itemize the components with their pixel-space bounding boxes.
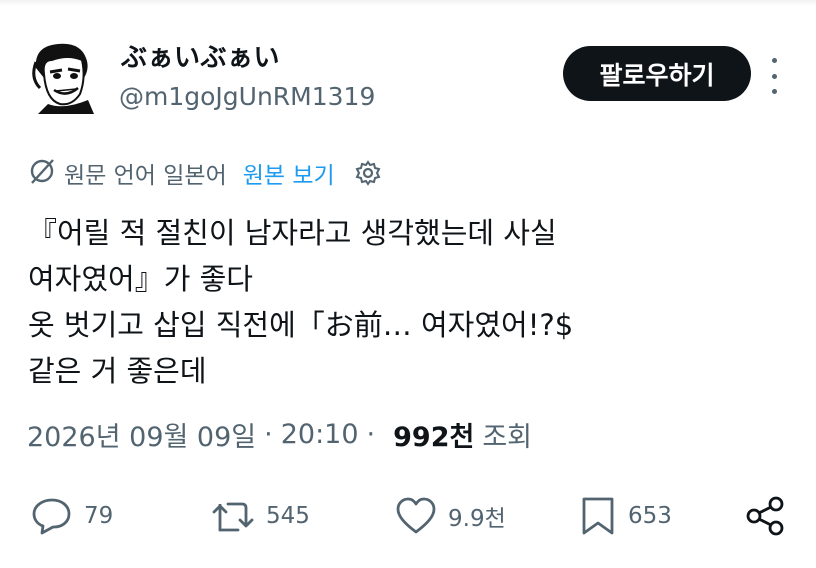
tweet-line: 여자였어』가 좋다 [28, 262, 253, 296]
bookmark-count: 653 [628, 503, 672, 529]
tweet-time[interactable]: 20:10 [281, 419, 359, 450]
user-handle[interactable]: @m1goJgUnRM1319 [119, 82, 375, 111]
share-icon [746, 496, 784, 536]
meta-separator: · [264, 419, 273, 450]
share-button[interactable] [744, 494, 788, 538]
avatar-image [32, 43, 94, 114]
tweet-line: 같은 거 좋은데 [28, 354, 207, 388]
retweet-button[interactable]: 545 [210, 494, 310, 538]
avatar[interactable] [28, 38, 100, 114]
retweet-count: 545 [266, 503, 310, 529]
gear-icon[interactable] [355, 160, 381, 186]
meta-separator: · [366, 419, 376, 450]
bookmark-button[interactable]: 653 [578, 494, 672, 538]
heart-icon [396, 497, 436, 534]
like-button[interactable]: 9.9천 [394, 494, 506, 538]
view-count: 992천 [393, 422, 475, 453]
retweet-icon [212, 502, 254, 532]
tweet-line: 『어릴 적 절친이 남자라고 생각했는데 사실 [28, 216, 557, 250]
top-edge [0, 0, 816, 6]
tweet-text: 『어릴 적 절친이 남자라고 생각했는데 사실 여자였어』가 좋다 옷 벗기고 … [28, 210, 573, 394]
reply-icon [32, 498, 71, 535]
tweet-date[interactable]: 2026년 09월 09일 [27, 415, 256, 454]
like-count: 9.9천 [448, 506, 506, 532]
more-vertical-icon [771, 58, 777, 63]
more-options-button[interactable] [764, 58, 784, 94]
follow-button[interactable]: 팔로우하기 [563, 46, 751, 101]
reply-count: 79 [84, 503, 114, 529]
translation-bar: 원문 언어 일본어 원본 보기 [28, 155, 381, 191]
show-original-link[interactable]: 원본 보기 [243, 156, 335, 190]
tweet-line: 옷 벗기고 삽입 직전에「お前… 여자였어!?$ [28, 308, 574, 342]
source-language-label: 원문 언어 일본어 [64, 163, 227, 189]
bookmark-icon [582, 497, 614, 535]
tweet-meta: 2026년 09월 09일 · 20:10 · 992천 조회 [27, 415, 532, 454]
display-name[interactable]: ぶぁいぶぁい [121, 37, 280, 74]
view-count-label: 조회 [482, 422, 533, 453]
no-translate-icon [28, 157, 56, 189]
reply-button[interactable]: 79 [30, 494, 113, 538]
